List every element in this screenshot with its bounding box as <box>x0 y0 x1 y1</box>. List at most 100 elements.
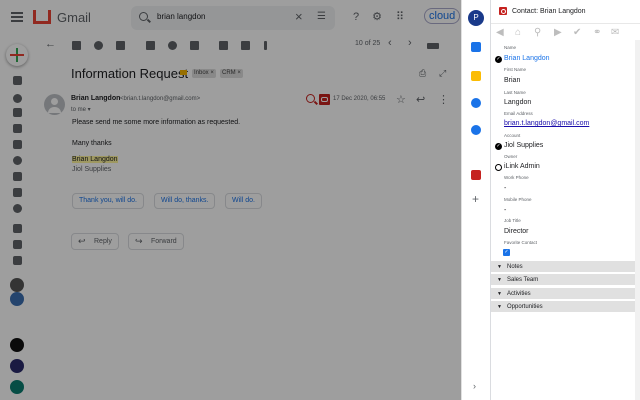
brand-badge[interactable]: cloud <box>424 8 461 24</box>
section-notes[interactable]: ▼ Notes <box>491 261 635 273</box>
folder-icon[interactable] <box>219 41 228 50</box>
clock-icon[interactable] <box>168 41 177 50</box>
task-icon[interactable] <box>190 41 199 50</box>
forward-button[interactable]: ↪ Forward <box>128 233 184 250</box>
email-icon[interactable]: ✉ <box>611 27 619 39</box>
gmail-window: Gmail brian langdon × ☰ ? ⚙ ⠿ cloud ← 10… <box>0 0 461 400</box>
owner-label: Owner <box>504 154 518 159</box>
contacts-icon[interactable] <box>471 125 481 135</box>
clock-icon[interactable] <box>13 94 22 103</box>
info-icon[interactable] <box>13 204 22 213</box>
email-link[interactable]: brian.t.langdon@gmail.com <box>504 120 589 127</box>
work-phone-label: Work Phone <box>504 175 529 180</box>
check-icon[interactable]: ✔ <box>573 27 581 39</box>
chevron-left-icon[interactable]: ‹ <box>388 37 392 49</box>
account-label: Account <box>504 133 521 138</box>
archive-icon[interactable] <box>72 41 81 50</box>
keyboard-icon[interactable] <box>427 43 439 49</box>
link-icon[interactable]: ⚭ <box>593 27 601 39</box>
search-icon[interactable] <box>139 12 148 21</box>
forward-label: Forward <box>151 238 177 245</box>
label-icon[interactable] <box>13 172 22 181</box>
close-icon[interactable]: × <box>295 10 303 24</box>
mail-icon[interactable] <box>13 140 22 149</box>
reply-icon: ↩ <box>78 236 86 246</box>
caret-down-icon: ▼ <box>497 304 502 310</box>
label-icon[interactable] <box>241 41 250 50</box>
mail-icon[interactable] <box>146 41 155 50</box>
section-label: Sales Team <box>507 277 539 283</box>
label-chip-inbox[interactable]: Inbox × <box>192 69 216 78</box>
reply-button[interactable]: ↩ Reply <box>71 233 119 250</box>
account-avatar[interactable]: P <box>468 10 484 26</box>
open-in-new-icon[interactable]: ⤢ <box>439 68 446 79</box>
crm-addon-icon[interactable] <box>471 170 481 180</box>
name-value[interactable]: Brian Langdon <box>504 55 550 62</box>
video-icon[interactable] <box>13 240 22 249</box>
more-vert-icon[interactable]: ⋮ <box>438 93 449 106</box>
avatar[interactable] <box>10 338 24 352</box>
panel-scrollbar[interactable] <box>635 40 640 400</box>
more-vert-icon[interactable] <box>264 41 267 50</box>
hamburger-icon[interactable] <box>11 12 23 22</box>
owner-radio-icon <box>495 164 502 171</box>
label-chip-crm[interactable]: CRM × <box>220 69 243 78</box>
recipient-toggle[interactable]: to me ▾ <box>71 106 91 113</box>
keep-icon[interactable] <box>471 71 481 81</box>
last-name-value: Langdon <box>504 99 532 106</box>
print-icon[interactable]: ⎙ <box>419 68 426 79</box>
section-sales-team[interactable]: ▼ Sales Team <box>491 274 635 286</box>
owner-value[interactable]: iLink Admin <box>504 163 540 170</box>
caret-down-icon: ▼ <box>497 277 502 283</box>
meet-icon[interactable] <box>13 224 22 233</box>
signature-company: Jiol Supplies <box>72 166 112 173</box>
gear-icon[interactable]: ⚙ <box>370 10 384 24</box>
smart-reply-button[interactable]: Will do, thanks. <box>154 193 216 209</box>
add-addon-icon[interactable]: + <box>472 192 479 206</box>
forward-icon: ↪ <box>135 236 143 246</box>
calendar-icon[interactable] <box>13 256 22 265</box>
compose-button[interactable] <box>6 44 28 66</box>
smart-reply-button[interactable]: Thank you, will do. <box>72 193 144 209</box>
calendar-icon[interactable] <box>471 42 481 52</box>
tasks-icon[interactable] <box>471 98 481 108</box>
crm-search-icon[interactable] <box>306 94 315 103</box>
reply-icon[interactable]: ↩ <box>416 93 425 106</box>
avatar[interactable] <box>10 292 24 306</box>
back-icon[interactable]: ◀ <box>496 27 504 39</box>
search-icon[interactable]: ⚲ <box>534 27 541 39</box>
section-activities[interactable]: ▼ Activities <box>491 288 635 300</box>
avatar[interactable] <box>10 380 24 394</box>
search-input[interactable]: brian langdon <box>157 12 205 21</box>
name-label: Name <box>504 45 517 50</box>
draft-icon[interactable] <box>13 124 22 133</box>
favorite-contact-checkbox[interactable]: ✓ <box>503 249 510 256</box>
importance-marker-icon[interactable] <box>180 70 187 75</box>
section-opportunities[interactable]: ▼ Opportunities <box>491 301 635 313</box>
tune-icon[interactable]: ☰ <box>317 11 326 22</box>
inbox-icon[interactable] <box>13 76 22 85</box>
send-icon[interactable] <box>13 108 22 117</box>
report-icon[interactable] <box>94 41 103 50</box>
apps-icon[interactable]: ⠿ <box>393 10 407 24</box>
trash-icon[interactable] <box>116 41 125 50</box>
help-icon[interactable]: ? <box>349 10 363 24</box>
chevron-right-icon[interactable]: › <box>408 37 412 49</box>
mobile-phone-label: Mobile Phone <box>504 197 532 202</box>
chevron-right-icon[interactable]: › <box>473 381 476 391</box>
play-icon[interactable]: ▶ <box>554 27 562 39</box>
account-value[interactable]: Jiol Supplies <box>504 142 543 149</box>
hangouts-icon[interactable] <box>10 278 24 292</box>
star-icon[interactable]: ☆ <box>396 93 406 106</box>
search-bar[interactable]: brian langdon × ☰ <box>131 6 335 30</box>
avatar[interactable] <box>10 359 24 373</box>
crm-addon-icon[interactable] <box>319 94 330 105</box>
smart-reply-button[interactable]: Will do. <box>225 193 262 209</box>
arrow-back-icon[interactable]: ← <box>45 38 56 50</box>
favorite-contact-label: Favorite Contact <box>504 240 538 245</box>
section-label: Activities <box>507 291 531 297</box>
report-icon[interactable] <box>13 156 22 165</box>
account-check-icon: ✓ <box>495 143 502 150</box>
home-icon[interactable]: ⌂ <box>515 27 521 39</box>
people-icon[interactable] <box>13 188 22 197</box>
